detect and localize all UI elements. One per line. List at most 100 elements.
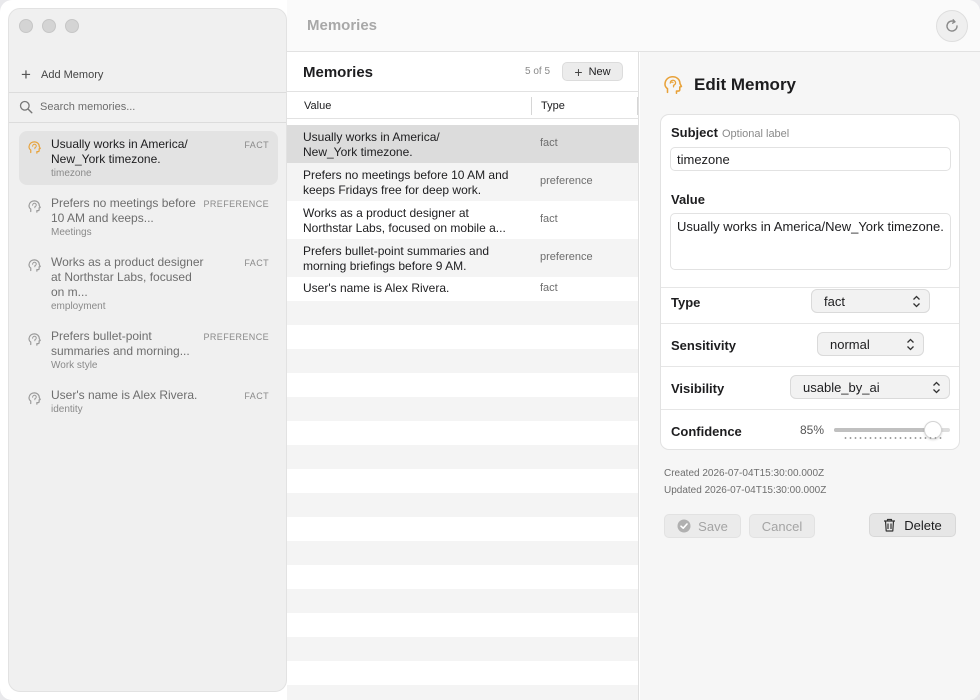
visibility-label: Visibility — [671, 381, 725, 396]
confidence-value: 85% — [800, 423, 825, 437]
sensitivity-select[interactable]: normal — [817, 332, 924, 356]
memory-type-badge: PREFERENCE — [203, 199, 269, 209]
brain-head-icon — [27, 332, 42, 347]
trash-icon — [884, 518, 896, 532]
brain-head-icon — [27, 391, 42, 406]
memory-type-badge: PREFERENCE — [203, 332, 269, 342]
value-field[interactable]: Usually works in America/New_York timezo… — [670, 213, 951, 270]
cancel-button[interactable]: Cancel — [749, 514, 815, 538]
memory-item-title: User's name is Alex Rivera. — [51, 388, 198, 402]
empty-row — [287, 493, 638, 517]
divider — [9, 92, 286, 93]
editor-title: Edit Memory — [694, 75, 797, 94]
new-label: New — [588, 65, 611, 78]
memory-list: Usually works in America/ New_York timez… — [19, 131, 278, 426]
memory-item-title: Works as a product designer at Northstar… — [51, 255, 204, 299]
confidence-slider-ticks — [843, 437, 943, 439]
save-button[interactable]: Save — [664, 514, 741, 538]
brain-head-icon — [664, 75, 683, 95]
refresh-button[interactable] — [936, 10, 968, 42]
empty-row — [287, 445, 638, 469]
editor-panel: Edit Memory SubjectOptional label Value … — [640, 52, 980, 700]
table-row[interactable]: Works as a product designer at Northstar… — [287, 201, 638, 239]
empty-row — [287, 349, 638, 373]
brain-head-icon — [27, 199, 42, 214]
zoom-window-button[interactable] — [65, 19, 79, 33]
row-value: Prefers no meetings before 10 AM and kee… — [303, 168, 509, 197]
column-divider[interactable] — [531, 97, 532, 115]
column-headers: Value Type — [287, 93, 638, 119]
chevron-up-down-icon — [907, 338, 914, 351]
table-row[interactable]: Prefers no meetings before 10 AM and kee… — [287, 163, 638, 201]
empty-row — [287, 325, 638, 349]
close-window-button[interactable] — [19, 19, 33, 33]
toolbar: Memories — [287, 0, 980, 52]
type-label: Type — [671, 295, 701, 310]
sidebar: + Add Memory Usually works in America/ N… — [8, 8, 287, 692]
sidebar-memory-item[interactable]: Prefers no meetings before 10 AM and kee… — [19, 190, 278, 244]
sidebar-memory-item[interactable]: User's name is Alex Rivera. identity FAC… — [19, 382, 278, 421]
updated-timestamp: Updated 2026-07-04T15:30:00.000Z — [664, 485, 827, 496]
divider — [661, 287, 959, 288]
row-value: Usually works in America/ New_York timez… — [303, 130, 440, 159]
table-row[interactable]: Prefers bullet-point summaries and morni… — [287, 239, 638, 277]
empty-row — [287, 637, 638, 661]
memory-item-title: Usually works in America/ New_York timez… — [51, 137, 188, 166]
table-body: Usually works in America/ New_York timez… — [287, 125, 638, 700]
brain-head-icon — [27, 258, 42, 273]
table-row[interactable]: User's name is Alex Rivera. fact — [287, 277, 638, 301]
value-label: Value — [671, 192, 705, 207]
divider — [9, 122, 286, 123]
confidence-slider[interactable] — [834, 421, 950, 439]
sidebar-memory-item[interactable]: Prefers bullet-point summaries and morni… — [19, 323, 278, 377]
sidebar-memory-item[interactable]: Works as a product designer at Northstar… — [19, 249, 278, 318]
divider — [661, 323, 959, 324]
subject-label-text: Subject — [671, 125, 718, 140]
empty-row — [287, 373, 638, 397]
window-title: Memories — [307, 17, 378, 34]
add-memory-button[interactable]: + Add Memory — [19, 65, 104, 84]
chevron-up-down-icon — [913, 295, 920, 308]
memory-item-subject: timezone — [51, 168, 92, 179]
memory-type-badge: FACT — [244, 258, 269, 268]
empty-row — [287, 469, 638, 493]
column-header-type[interactable]: Type — [541, 100, 565, 112]
plus-icon: + — [574, 63, 583, 80]
search-input[interactable] — [40, 101, 270, 113]
empty-row — [287, 685, 638, 700]
sidebar-memory-item[interactable]: Usually works in America/ New_York timez… — [19, 131, 278, 185]
row-value: Prefers bullet-point summaries and morni… — [303, 244, 490, 273]
app-window: + Add Memory Usually works in America/ N… — [0, 0, 980, 700]
editor-header: Edit Memory — [662, 74, 796, 96]
column-header-value[interactable]: Value — [304, 100, 331, 112]
row-type: fact — [540, 213, 558, 225]
empty-row — [287, 397, 638, 421]
visibility-select[interactable]: usable_by_ai — [790, 375, 950, 399]
new-memory-button[interactable]: + New — [562, 62, 623, 81]
confidence-slider-fill — [834, 428, 933, 432]
memory-item-title: Prefers bullet-point summaries and morni… — [51, 329, 190, 358]
delete-button[interactable]: Delete — [869, 513, 956, 537]
table-row[interactable]: Usually works in America/ New_York timez… — [287, 125, 638, 163]
memory-item-subject: identity — [51, 404, 83, 415]
divider — [661, 366, 959, 367]
memory-form: SubjectOptional label Value Usually work… — [660, 114, 960, 450]
minimize-window-button[interactable] — [42, 19, 56, 33]
row-type: preference — [540, 175, 593, 187]
confidence-label: Confidence — [671, 424, 742, 439]
type-select[interactable]: fact — [811, 289, 930, 313]
sensitivity-select-value: normal — [830, 336, 870, 352]
memory-item-title: Prefers no meetings before 10 AM and kee… — [51, 196, 196, 225]
add-memory-label: Add Memory — [41, 69, 104, 81]
table-title: Memories — [303, 64, 374, 81]
search-icon — [19, 100, 33, 114]
column-divider[interactable] — [637, 97, 638, 115]
empty-row — [287, 613, 638, 637]
plus-icon: + — [21, 65, 31, 84]
empty-row — [287, 517, 638, 541]
checkmark-circle-icon — [677, 519, 691, 533]
visibility-select-value: usable_by_ai — [803, 379, 880, 395]
subject-field[interactable] — [670, 147, 951, 171]
memory-item-subject: Meetings — [51, 227, 92, 238]
chevron-up-down-icon — [933, 381, 940, 394]
